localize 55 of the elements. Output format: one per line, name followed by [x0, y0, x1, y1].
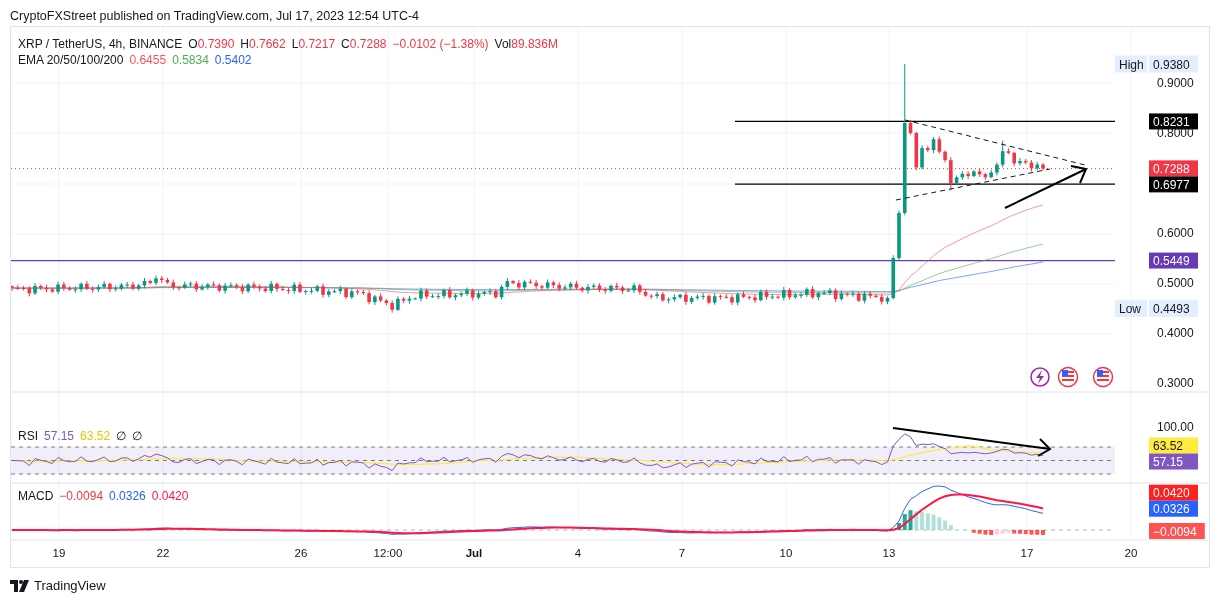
price-badge: −0.0094: [1149, 523, 1205, 539]
price-badge: 0.7288: [1149, 160, 1198, 177]
ohlc-value: 0.7217: [298, 37, 336, 52]
axis-label: 100.00: [1157, 419, 1194, 434]
axis-label: 0.5000: [1157, 276, 1194, 290]
time-label: 4: [574, 547, 582, 559]
time-label: 19: [52, 547, 66, 559]
axis-label: 0.6000: [1157, 226, 1194, 240]
volume-value: 89.836M: [511, 37, 558, 52]
empty-value: ∅: [132, 429, 143, 444]
ema-value: 0.6455: [129, 53, 167, 68]
volume-label: Vol: [494, 37, 512, 52]
indicator-label: EMA 20/50/100/200: [18, 53, 124, 68]
time-label: 10: [779, 547, 793, 559]
change-value: −0.0102 (−1.38%): [392, 37, 489, 52]
price-badge: 63.52: [1149, 437, 1198, 454]
ohlc-value: 0.7288: [349, 37, 387, 52]
ema-value: 0.5402: [214, 53, 252, 68]
price-badge: 0.8231: [1149, 113, 1198, 130]
time-label: 17: [1020, 547, 1034, 559]
symbol-title: XRP / TetherUS, 4h, BINANCE: [18, 37, 183, 52]
ohlc-label: C: [341, 37, 350, 52]
price-badge: 0.6977: [1149, 176, 1198, 193]
time-label: 12:00: [373, 547, 403, 559]
time-label: Jul: [465, 547, 483, 559]
extreme-value: 0.4493: [1149, 299, 1198, 317]
macd-value: 0.0420: [151, 489, 189, 504]
indicator-label: RSI: [18, 429, 38, 444]
time-label: 20: [1124, 547, 1138, 559]
macd-value: −0.0094: [59, 489, 104, 504]
time-label: 22: [156, 547, 170, 559]
ohlc-label: H: [240, 37, 249, 52]
time-label: 7: [678, 547, 686, 559]
indicator-label: MACD: [18, 489, 54, 504]
ema-value: 0.5834: [172, 53, 209, 68]
axis-label: 0.9000: [1157, 76, 1194, 90]
rsi-value: 63.52: [80, 429, 111, 444]
empty-value: ∅: [116, 429, 127, 444]
macd-value: 0.0326: [109, 489, 146, 504]
price-badge: 0.5449: [1149, 252, 1198, 269]
ohlc-value: 0.7662: [249, 37, 286, 52]
ohlc-label: L: [291, 37, 299, 52]
time-label: 13: [882, 547, 896, 559]
brand-name: TradingView: [34, 578, 106, 593]
extreme-tag: High: [1115, 55, 1147, 73]
extreme-value: 0.9380: [1149, 55, 1198, 73]
publisher-line: CryptoFXStreet published on TradingView.com, Jul 17, 2023 12:54 UTC-4: [9, 8, 421, 25]
axis-label: 0.4000: [1157, 326, 1194, 340]
extreme-tag: Low: [1115, 299, 1147, 317]
axis-label: 0.3000: [1157, 376, 1194, 390]
price-badge: 0.0420: [1149, 484, 1198, 501]
time-label: 26: [294, 547, 308, 559]
rsi-value: 57.15: [44, 429, 75, 444]
ohlc-value: 0.7390: [197, 37, 235, 52]
ohlc-label: O: [188, 37, 198, 52]
